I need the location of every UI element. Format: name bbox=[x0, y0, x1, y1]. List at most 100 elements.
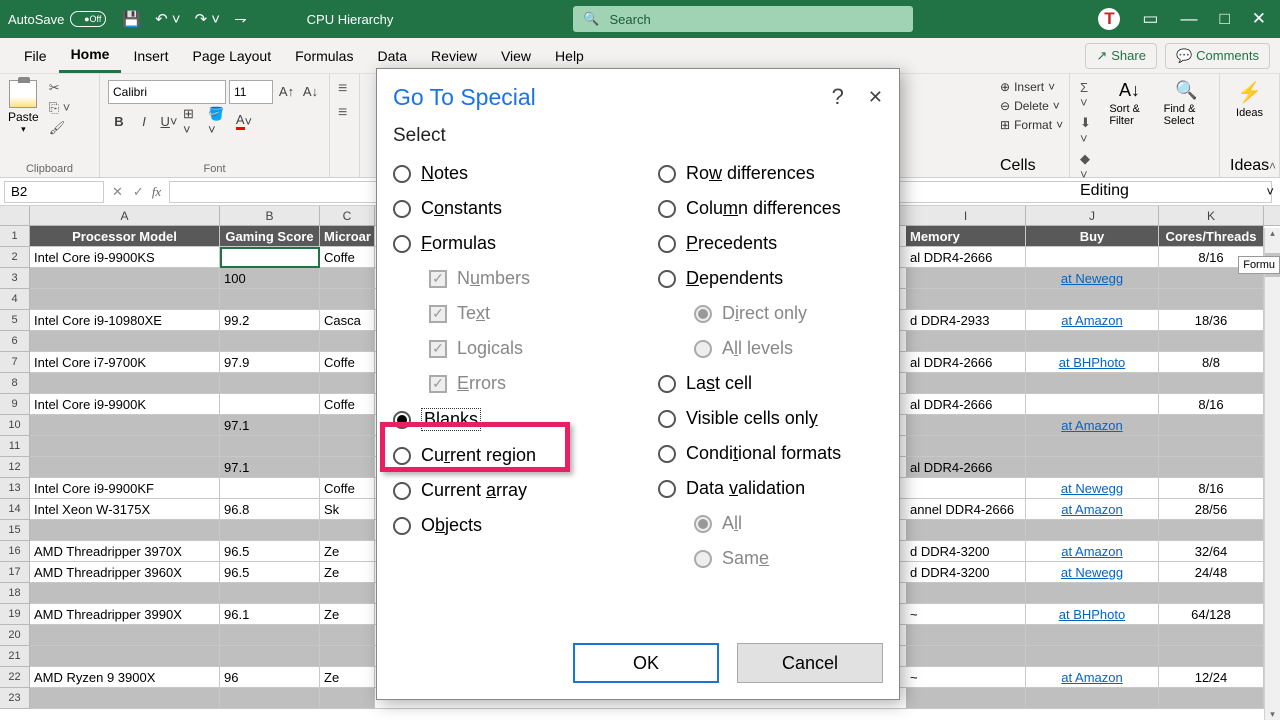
row-header[interactable]: 8 bbox=[0, 373, 30, 394]
enter-formula-icon[interactable]: ✓ bbox=[133, 184, 144, 200]
cell[interactable] bbox=[30, 268, 220, 289]
cell[interactable] bbox=[30, 436, 220, 457]
column-header[interactable]: B bbox=[220, 206, 320, 226]
row-header[interactable]: 12 bbox=[0, 457, 30, 478]
cell[interactable] bbox=[30, 625, 220, 646]
radio-last-cell[interactable]: Last cell bbox=[658, 373, 883, 394]
cell[interactable]: 97.9 bbox=[220, 352, 320, 373]
cell[interactable] bbox=[1026, 520, 1159, 541]
cell[interactable] bbox=[30, 289, 220, 310]
cell[interactable]: al DDR4-2666 bbox=[906, 394, 1026, 415]
cell[interactable] bbox=[906, 436, 1026, 457]
sort-filter-button[interactable]: A↓ Sort & Filter bbox=[1109, 80, 1149, 182]
row-header[interactable]: 6 bbox=[0, 331, 30, 352]
cell[interactable] bbox=[220, 646, 320, 667]
column-header[interactable]: K bbox=[1159, 206, 1264, 226]
ideas-button[interactable]: ⚡ Ideas bbox=[1230, 80, 1269, 119]
cell[interactable] bbox=[220, 478, 320, 499]
cell[interactable]: d DDR4-2933 bbox=[906, 310, 1026, 331]
comments-button[interactable]: 💬 Comments bbox=[1165, 43, 1270, 69]
cell[interactable]: Sk bbox=[320, 499, 375, 520]
cell[interactable] bbox=[1159, 583, 1264, 604]
row-header[interactable]: 3 bbox=[0, 268, 30, 289]
cell[interactable]: AMD Threadripper 3970X bbox=[30, 541, 220, 562]
cell[interactable]: al DDR4-2666 bbox=[906, 352, 1026, 373]
name-box[interactable] bbox=[4, 181, 104, 203]
cell[interactable] bbox=[1026, 625, 1159, 646]
cell[interactable] bbox=[1159, 289, 1264, 310]
fx-label[interactable]: fx bbox=[152, 184, 161, 200]
cell[interactable]: 96.5 bbox=[220, 541, 320, 562]
find-select-button[interactable]: 🔍 Find & Select bbox=[1164, 80, 1209, 182]
cell[interactable]: 96.8 bbox=[220, 499, 320, 520]
cell[interactable]: 12/24 bbox=[1159, 667, 1264, 688]
cell[interactable] bbox=[220, 373, 320, 394]
cell[interactable] bbox=[1026, 289, 1159, 310]
cell[interactable]: Cores/Threads bbox=[1159, 226, 1264, 247]
format-painter-icon[interactable]: 🖌 bbox=[49, 120, 71, 136]
cell[interactable] bbox=[906, 583, 1026, 604]
minimize-icon[interactable]: — bbox=[1180, 9, 1197, 29]
redo-icon[interactable]: ↷ ˅ bbox=[195, 10, 221, 28]
insert-button[interactable]: ⊕ Insert ˅ bbox=[1000, 80, 1059, 94]
cell[interactable]: Microar bbox=[320, 226, 375, 247]
cell[interactable] bbox=[906, 625, 1026, 646]
tab-file[interactable]: File bbox=[12, 38, 59, 73]
radio-constants[interactable]: Constants bbox=[393, 198, 618, 219]
cell[interactable] bbox=[320, 289, 375, 310]
cell[interactable]: d DDR4-3200 bbox=[906, 541, 1026, 562]
cell[interactable] bbox=[906, 373, 1026, 394]
cell[interactable]: 64/128 bbox=[1159, 604, 1264, 625]
vertical-scrollbar[interactable] bbox=[1264, 228, 1280, 720]
row-header[interactable]: 9 bbox=[0, 394, 30, 415]
cell[interactable] bbox=[1159, 520, 1264, 541]
cell[interactable]: AMD Ryzen 9 3900X bbox=[30, 667, 220, 688]
cell[interactable] bbox=[1159, 331, 1264, 352]
clear-icon[interactable]: ◆ ˅ bbox=[1080, 151, 1095, 182]
cell[interactable] bbox=[30, 415, 220, 436]
user-avatar[interactable]: T bbox=[1098, 8, 1120, 30]
cell[interactable]: at Amazon bbox=[1026, 499, 1159, 520]
align-top-icon[interactable]: ≡ bbox=[338, 80, 351, 98]
row-header[interactable]: 2 bbox=[0, 247, 30, 268]
cell[interactable]: Coffe bbox=[320, 478, 375, 499]
cell[interactable] bbox=[1026, 583, 1159, 604]
cell[interactable]: Coffe bbox=[320, 394, 375, 415]
cell[interactable]: Coffe bbox=[320, 352, 375, 373]
collapse-ribbon-icon[interactable]: ˄ bbox=[1269, 159, 1276, 173]
radio-blanks[interactable]: Blanks bbox=[393, 408, 618, 431]
delete-button[interactable]: ⊖ Delete ˅ bbox=[1000, 99, 1059, 113]
save-icon[interactable]: 💾 bbox=[122, 10, 141, 28]
cell[interactable]: 8/16 bbox=[1159, 394, 1264, 415]
cell[interactable] bbox=[320, 331, 375, 352]
tab-page-layout[interactable]: Page Layout bbox=[180, 38, 283, 73]
column-header[interactable]: I bbox=[906, 206, 1026, 226]
cell[interactable] bbox=[1026, 688, 1159, 709]
row-header[interactable]: 17 bbox=[0, 562, 30, 583]
search-box[interactable]: 🔍 Search bbox=[573, 6, 913, 32]
cell[interactable] bbox=[906, 415, 1026, 436]
fill-color-button[interactable]: 🪣 ˅ bbox=[208, 110, 230, 132]
decrease-font-icon[interactable]: A↓ bbox=[300, 80, 321, 102]
row-header[interactable]: 4 bbox=[0, 289, 30, 310]
tab-insert[interactable]: Insert bbox=[121, 38, 180, 73]
cell[interactable]: 28/56 bbox=[1159, 499, 1264, 520]
cell[interactable]: at Newegg bbox=[1026, 562, 1159, 583]
row-header[interactable]: 18 bbox=[0, 583, 30, 604]
cell[interactable]: AMD Threadripper 3960X bbox=[30, 562, 220, 583]
cell[interactable]: at BHPhoto bbox=[1026, 604, 1159, 625]
increase-font-icon[interactable]: A↑ bbox=[276, 80, 297, 102]
cell[interactable]: Intel Core i9-10980XE bbox=[30, 310, 220, 331]
cell[interactable] bbox=[320, 688, 375, 709]
row-header[interactable]: 23 bbox=[0, 688, 30, 709]
close-dialog-icon[interactable]: ✕ bbox=[868, 87, 883, 108]
cell[interactable] bbox=[320, 415, 375, 436]
cell[interactable]: Gaming Score bbox=[220, 226, 320, 247]
cell[interactable] bbox=[1159, 688, 1264, 709]
cell[interactable] bbox=[320, 373, 375, 394]
borders-button[interactable]: ⊞ ˅ bbox=[183, 110, 205, 132]
cell[interactable] bbox=[1026, 373, 1159, 394]
cell[interactable]: Memory bbox=[906, 226, 1026, 247]
cell[interactable] bbox=[220, 247, 320, 268]
cell[interactable] bbox=[30, 520, 220, 541]
